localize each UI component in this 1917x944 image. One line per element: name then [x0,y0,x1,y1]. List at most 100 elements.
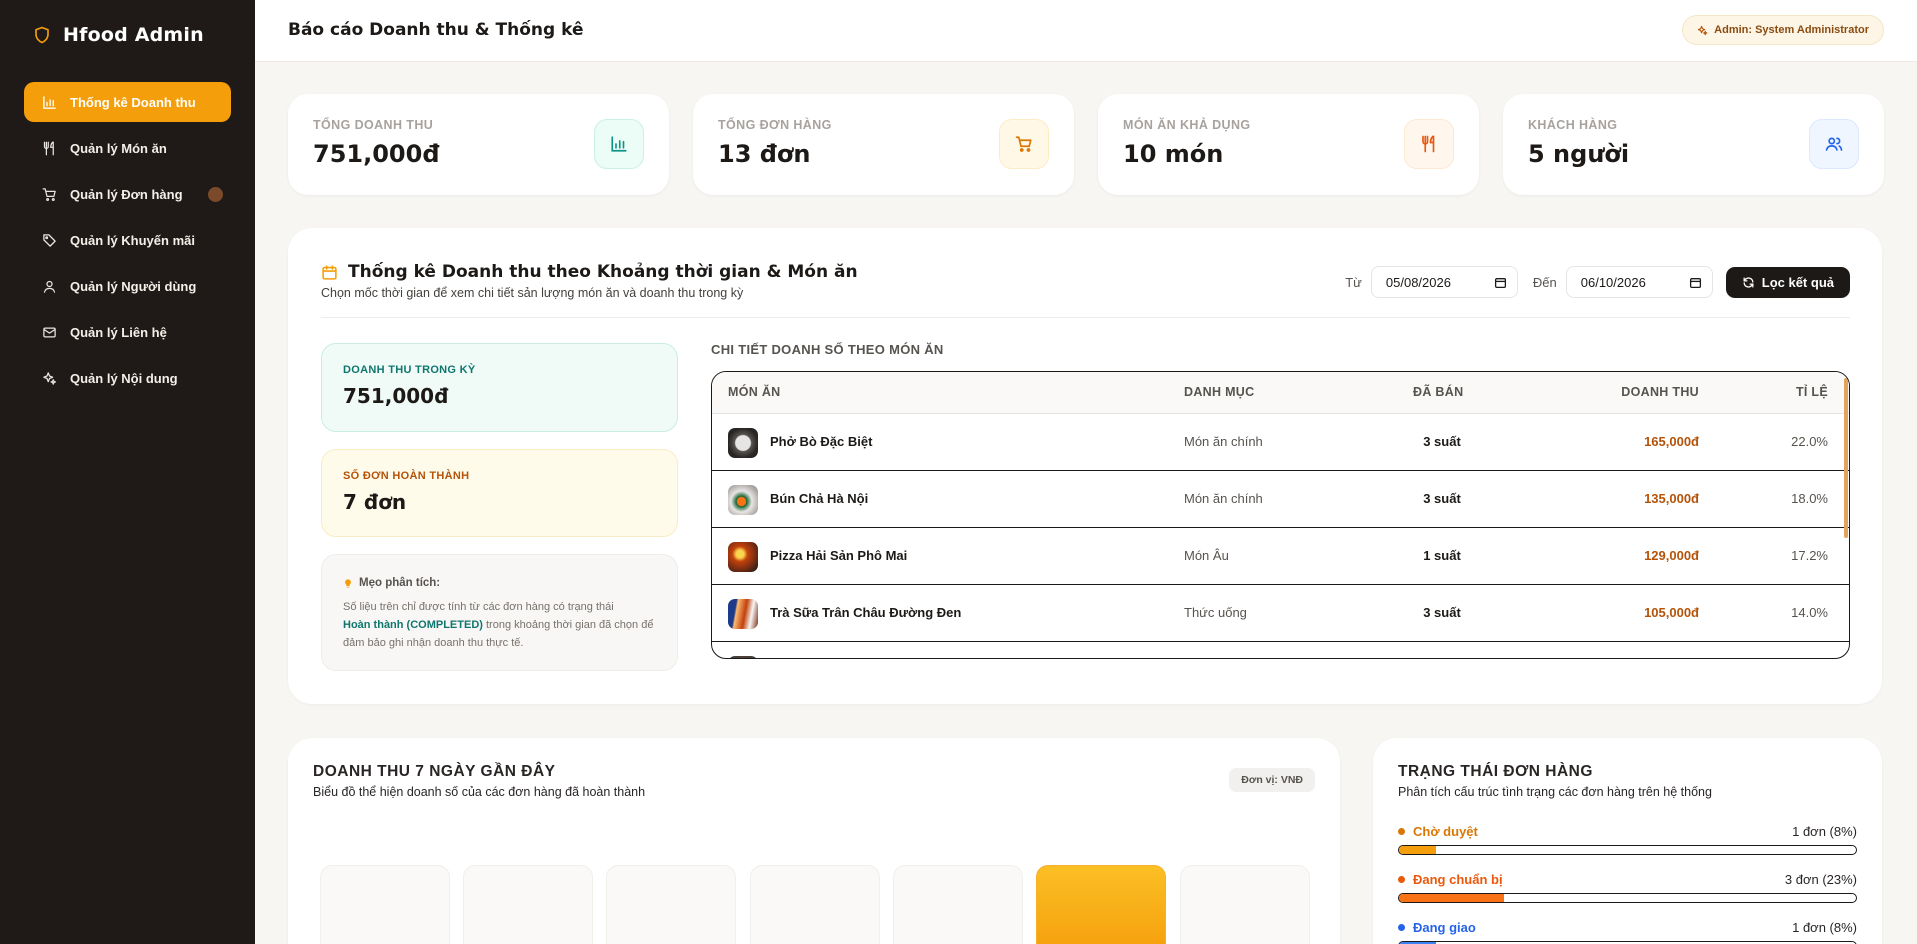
sidebar-item-orders[interactable]: Quản lý Đơn hàng [24,174,231,214]
calendar-icon [1494,277,1506,288]
status-value: 1 đơn (8%) [1792,824,1857,839]
from-label: Từ [1345,274,1362,290]
filter-button[interactable]: Lọc kết quả [1725,266,1850,298]
dish-thumbnail [728,428,758,458]
chart-bar[interactable] [893,865,1023,944]
tip-text: Số liệu trên chỉ được tính từ các đơn hà… [343,598,655,652]
to-date-input[interactable]: 06/10/2026 [1565,266,1713,298]
sidebar-nav: Thống kê Doanh thu Quản lý Món ăn Quản l… [0,70,255,398]
chart-bar[interactable] [463,865,593,944]
status-label: Đang giao [1398,920,1476,935]
brand[interactable]: Hfood Admin [0,0,255,70]
period-orders-box: SỐ ĐƠN HOÀN THÀNH 7 đơn [321,449,678,537]
status-title: TRẠNG THÁI ĐƠN HÀNG [1398,763,1593,780]
sidebar-item-label: Quản lý Đơn hàng [70,186,183,202]
status-fill [1399,894,1505,902]
dish-percent: 18.0% [1791,491,1828,506]
users-icon [1809,119,1859,169]
admin-badge[interactable]: Admin: System Administrator [1682,15,1884,45]
sidebar: Hfood Admin Thống kê Doanh thu Quản lý M… [0,0,255,944]
utensils-icon [1404,119,1454,169]
tip-title-text: Mẹo phân tích: [359,577,441,589]
dish-revenue: 105,000đ [1644,605,1699,620]
dish-sold: 3 suất [1423,491,1461,506]
period-revenue-value: 751,000đ [343,384,449,408]
column-header: TỈ LỆ [1795,385,1828,399]
sidebar-item-contacts[interactable]: Quản lý Liên hệ [24,312,231,352]
dish-thumbnail [728,656,758,658]
sparkles-icon [40,369,58,387]
lightbulb-icon [345,578,351,588]
sidebar-item-label: Quản lý Liên hệ [70,324,167,340]
to-label: Đến [1532,274,1557,290]
filter-title-text: Thống kê Doanh thu theo Khoảng thời gian… [348,262,858,282]
bar-chart-icon [40,93,58,111]
user-icon [40,277,58,295]
chart-bar[interactable] [750,865,880,944]
period-orders-value: 7 đơn [343,490,407,514]
from-date-value: 05/08/2026 [1385,274,1451,290]
calendar-icon [322,264,337,280]
dish-sales-table[interactable]: MÓN ĂN DANH MỤC ĐÃ BÁN DOANH THU TỈ LỆ P… [711,371,1850,659]
status-label: Đang chuẩn bị [1398,872,1503,887]
sidebar-item-label: Quản lý Khuyến mãi [70,232,195,248]
dish-name: Bún Chả Hà Nội [770,491,869,506]
weekly-bars [320,865,1329,944]
table-row[interactable] [712,642,1849,658]
period-revenue-label: DOANH THU TRONG KỲ [343,364,476,376]
column-header: ĐÃ BÁN [1413,385,1464,399]
table-row[interactable]: Phở Bò Đặc Biệt Món ăn chính 3 suất 165,… [712,414,1849,471]
sparkles-icon [1697,25,1708,35]
admin-badge-label: Admin: System Administrator [1714,24,1869,36]
status-dot [1398,876,1405,883]
filter-subtitle: Chọn mốc thời gian để xem chi tiết sản l… [321,286,744,300]
notification-dot [208,187,223,202]
period-revenue-box: DOANH THU TRONG KỲ 751,000đ [321,343,678,432]
tip-text-highlight: Hoàn thành (COMPLETED) [343,619,483,631]
column-header: MÓN ĂN [728,385,781,399]
stat-value: 10 món [1123,140,1224,168]
status-label-text: Chờ duyệt [1413,824,1478,839]
sidebar-item-label: Thống kê Doanh thu [70,94,196,110]
status-progress [1398,893,1857,903]
cart-icon [40,185,58,203]
status-progress [1398,845,1857,855]
dish-sold: 3 suất [1423,605,1461,620]
topbar: Báo cáo Doanh thu & Thống kê Admin: Syst… [255,0,1917,62]
table-row[interactable]: Pizza Hải Sản Phô Mai Món Âu 1 suất 129,… [712,528,1849,585]
chart-bar[interactable] [1180,865,1310,944]
dish-thumbnail [728,599,758,629]
tag-icon [40,231,58,249]
dish-revenue: 135,000đ [1644,491,1699,506]
stat-card-total-orders: TỔNG ĐƠN HÀNG 13 đơn [693,94,1074,195]
status-fill [1399,846,1436,854]
dish-revenue: 129,000đ [1644,548,1699,563]
table-row[interactable]: Bún Chả Hà Nội Món ăn chính 3 suất 135,0… [712,471,1849,528]
from-date-input[interactable]: 05/08/2026 [1370,266,1518,298]
stat-value: 751,000đ [313,140,440,168]
status-dot [1398,828,1405,835]
sidebar-item-dishes[interactable]: Quản lý Món ăn [24,128,231,168]
dish-percent: 14.0% [1791,605,1828,620]
status-subtitle: Phân tích cấu trúc tình trạng các đơn hà… [1398,785,1712,799]
to-date-value: 06/10/2026 [1580,274,1646,290]
sidebar-item-content[interactable]: Quản lý Nội dung [24,358,231,398]
dish-category: Món ăn chính [1184,491,1263,506]
sidebar-item-revenue-stats[interactable]: Thống kê Doanh thu [24,82,231,122]
chart-bar[interactable] [606,865,736,944]
status-label-text: Đang chuẩn bị [1413,872,1503,887]
sidebar-item-label: Quản lý Người dùng [70,278,197,294]
chart-bar[interactable] [320,865,450,944]
status-label: Chờ duyệt [1398,824,1478,839]
brand-name: Hfood Admin [63,24,204,46]
chart-bar[interactable] [1036,865,1166,944]
sidebar-item-promotions[interactable]: Quản lý Khuyến mãi [24,220,231,260]
dish-thumbnail [728,485,758,515]
table-scrollbar[interactable] [1844,378,1848,538]
table-row[interactable]: Trà Sữa Trân Châu Đường Đen Thức uống 3 … [712,585,1849,642]
mail-icon [40,323,58,341]
dish-percent: 17.2% [1791,548,1828,563]
status-value: 1 đơn (8%) [1792,920,1857,935]
dish-category: Thức uống [1184,605,1247,620]
sidebar-item-users[interactable]: Quản lý Người dùng [24,266,231,306]
